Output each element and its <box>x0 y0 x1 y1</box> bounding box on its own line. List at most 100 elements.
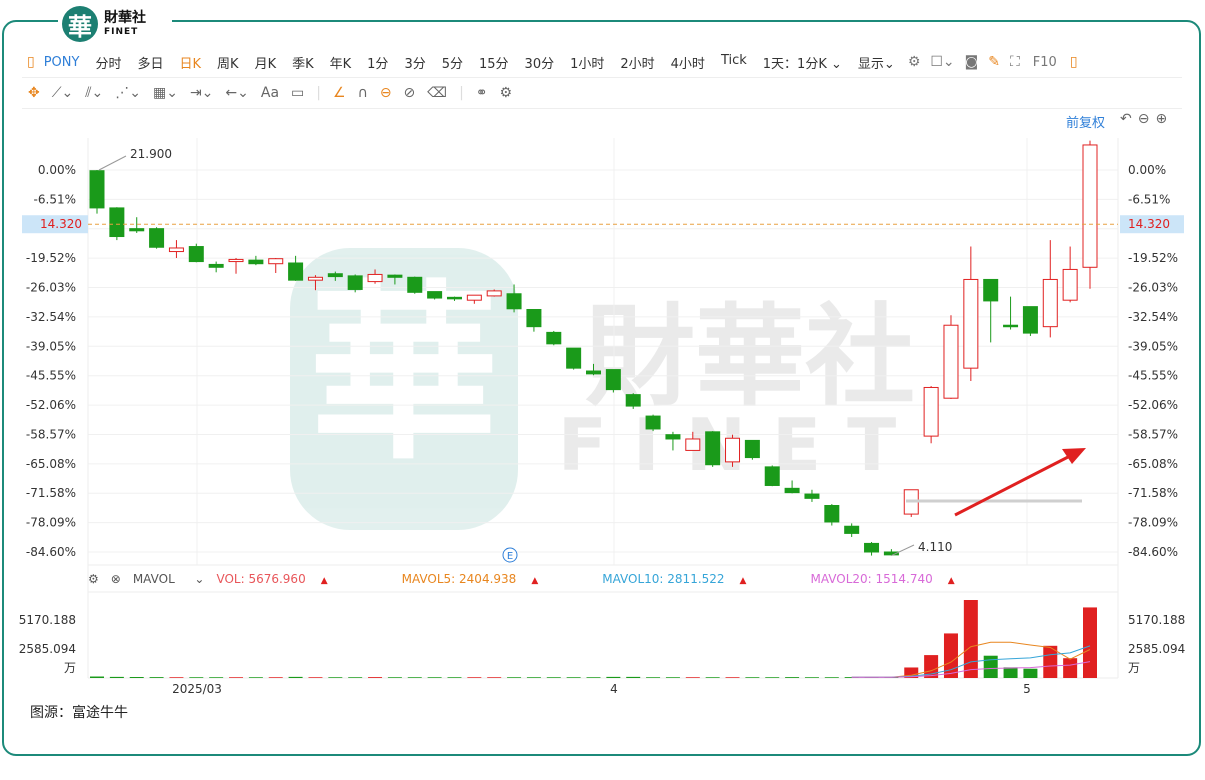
event-marker-letter: E <box>507 551 513 562</box>
y-tick-right-0: 0.00% <box>1128 163 1166 177</box>
volume-bar-6 <box>209 677 224 678</box>
candle-16 <box>407 276 423 294</box>
candle-body-39 <box>864 542 880 553</box>
candle-body-49 <box>1062 268 1078 301</box>
volume-bar-31 <box>705 677 720 678</box>
y-tick-right-9: -58.57% <box>1128 427 1178 441</box>
candle-body-33 <box>744 439 760 459</box>
candle-body-42 <box>923 386 939 437</box>
y-tick-left-7: -45.55% <box>26 369 76 383</box>
y-tick-right-5: -32.54% <box>1128 310 1178 324</box>
candle-body-13 <box>347 275 363 290</box>
y-tick-right-6: -39.05% <box>1128 339 1178 353</box>
candle-1 <box>109 207 125 241</box>
y-tick-left-1: -6.51% <box>34 192 76 206</box>
candle-body-43 <box>943 324 959 399</box>
y-tick-right-13: -84.60% <box>1128 545 1178 559</box>
volume-indicator-select[interactable]: MAVOL ⌄ <box>133 572 205 586</box>
y-tick-left-8: -52.06% <box>26 398 76 412</box>
volume-bar-19 <box>467 677 482 678</box>
high-label: 21.900 <box>130 147 172 161</box>
volume-bar-4 <box>169 677 184 678</box>
trend-arrow-shaft <box>954 454 1071 517</box>
volume-bar-37 <box>824 677 839 678</box>
candle-body-26 <box>605 369 621 391</box>
price-tag-left: 14.320 <box>40 217 82 231</box>
volume-bar-36 <box>804 677 819 678</box>
volume-close-icon[interactable]: ⊗ <box>111 572 121 586</box>
y-tick-right-11: -71.58% <box>1128 486 1178 500</box>
candle-41 <box>903 489 919 517</box>
volume-bar-8 <box>248 677 263 678</box>
candle-9 <box>268 257 284 274</box>
trend-arrow-head <box>1062 448 1086 464</box>
candle-23 <box>546 330 562 346</box>
y-tick-left-13: -84.60% <box>26 545 76 559</box>
candle-46 <box>1003 296 1019 330</box>
volume-bar-18 <box>447 677 462 678</box>
vol-tick-left-0: 5170.188 <box>19 613 76 627</box>
y-tick-left-12: -78.09% <box>26 516 76 530</box>
volume-bar-13 <box>348 677 363 678</box>
volume-bar-17 <box>427 677 442 678</box>
candle-31 <box>705 431 721 467</box>
candle-44 <box>963 246 979 382</box>
y-tick-left-5: -32.54% <box>26 310 76 324</box>
volume-bar-15 <box>387 677 402 678</box>
candle-36 <box>804 489 820 502</box>
volume-bar-12 <box>328 677 343 678</box>
volume-bar-30 <box>685 677 700 678</box>
candle-38 <box>844 523 860 537</box>
candle-body-0 <box>89 170 105 209</box>
x-tick-1: 4 <box>610 682 618 696</box>
candle-47 <box>1022 306 1038 336</box>
candle-body-7 <box>228 258 244 263</box>
candle-10 <box>288 255 304 281</box>
candle-body-16 <box>407 276 423 293</box>
candle-20 <box>486 289 502 297</box>
candle-body-34 <box>764 466 780 486</box>
candle-body-14 <box>367 273 383 283</box>
candle-body-10 <box>288 262 304 281</box>
y-tick-left-10: -65.08% <box>26 457 76 471</box>
y-tick-right-4: -26.03% <box>1128 281 1178 295</box>
source-note: 图源：富途牛牛 <box>30 705 128 721</box>
volume-bar-2 <box>129 677 144 678</box>
candle-42 <box>923 386 939 444</box>
candle-33 <box>744 439 760 460</box>
volume-bar-29 <box>665 677 680 678</box>
candle-body-24 <box>566 347 582 369</box>
volume-bar-7 <box>229 677 244 678</box>
candle-body-3 <box>149 228 165 248</box>
candle-body-50 <box>1082 144 1098 268</box>
candle-22 <box>526 308 542 332</box>
volume-bar-26 <box>606 676 621 678</box>
vol-tick-right-0: 5170.188 <box>1128 613 1185 627</box>
volume-settings-icon[interactable]: ⚙ <box>88 572 99 586</box>
candle-37 <box>824 504 840 526</box>
candle-body-20 <box>486 290 502 297</box>
volume-legend: ⚙ ⊗ MAVOL ⌄ VOL: 5676.960 ▲ MAVOL5: 2404.… <box>88 570 979 588</box>
candle-body-11 <box>307 276 323 281</box>
y-tick-left-11: -71.58% <box>26 486 76 500</box>
candle-body-23 <box>546 331 562 345</box>
y-tick-right-1: -6.51% <box>1128 192 1170 206</box>
candlestick-chart[interactable]: 華 財華社 FINET 0.00%-6.51%-13.02%-19.52%-26… <box>0 0 1205 780</box>
candle-body-1 <box>109 207 125 238</box>
candle-24 <box>566 347 582 370</box>
candle-body-37 <box>824 505 840 523</box>
candle-body-12 <box>327 273 343 278</box>
volume-bar-16 <box>407 677 422 678</box>
low-label-leader <box>891 544 915 557</box>
y-tick-left-9: -58.57% <box>26 427 76 441</box>
volume-bar-20 <box>487 677 502 678</box>
x-tick-0: 2025/03 <box>172 682 222 696</box>
candle-body-36 <box>804 493 820 499</box>
volume-bar-24 <box>566 677 581 678</box>
candle-40 <box>883 549 899 556</box>
volume-bar-11 <box>308 677 323 678</box>
y-tick-right-3: -19.52% <box>1128 251 1178 265</box>
candle-body-48 <box>1042 278 1058 328</box>
volume-bar-50 <box>1083 607 1097 678</box>
volume-bar-34 <box>765 677 780 678</box>
